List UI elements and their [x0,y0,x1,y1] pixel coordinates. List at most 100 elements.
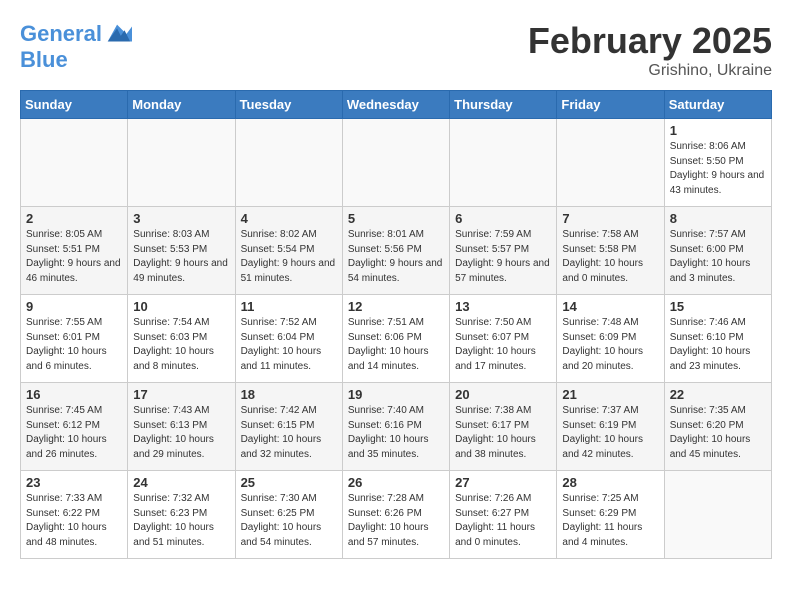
day-info: Sunrise: 7:43 AM Sunset: 6:13 PM Dayligh… [133,404,229,462]
day-number: 7 [562,211,658,226]
calendar-week-1: 1 Sunrise: 8:06 AM Sunset: 5:50 PM Daylig… [21,119,772,207]
logo-text: General [20,22,102,46]
weekday-header-row: SundayMondayTuesdayWednesdayThursdayFrid… [21,91,772,119]
day-info: Sunrise: 7:33 AM Sunset: 6:22 PM Dayligh… [26,492,122,550]
day-info: Sunrise: 7:32 AM Sunset: 6:23 PM Dayligh… [133,492,229,550]
day-number: 8 [670,211,766,226]
day-info: Sunrise: 7:59 AM Sunset: 5:57 PM Dayligh… [455,228,551,286]
calendar-cell [664,471,771,559]
calendar-cell: 22 Sunrise: 7:35 AM Sunset: 6:20 PM Dayli… [664,383,771,471]
calendar-cell: 5 Sunrise: 8:01 AM Sunset: 5:56 PM Daylig… [342,207,449,295]
weekday-header-thursday: Thursday [450,91,557,119]
day-info: Sunrise: 7:28 AM Sunset: 6:26 PM Dayligh… [348,492,444,550]
day-number: 26 [348,475,444,490]
day-info: Sunrise: 7:38 AM Sunset: 6:17 PM Dayligh… [455,404,551,462]
calendar-cell: 28 Sunrise: 7:25 AM Sunset: 6:29 PM Dayli… [557,471,664,559]
calendar-cell [450,119,557,207]
day-number: 12 [348,299,444,314]
day-info: Sunrise: 7:55 AM Sunset: 6:01 PM Dayligh… [26,316,122,374]
calendar-cell: 24 Sunrise: 7:32 AM Sunset: 6:23 PM Dayli… [128,471,235,559]
day-number: 17 [133,387,229,402]
day-number: 10 [133,299,229,314]
calendar-cell: 13 Sunrise: 7:50 AM Sunset: 6:07 PM Dayli… [450,295,557,383]
day-info: Sunrise: 8:01 AM Sunset: 5:56 PM Dayligh… [348,228,444,286]
weekday-header-friday: Friday [557,91,664,119]
calendar-cell: 20 Sunrise: 7:38 AM Sunset: 6:17 PM Dayli… [450,383,557,471]
calendar-cell: 4 Sunrise: 8:02 AM Sunset: 5:54 PM Daylig… [235,207,342,295]
month-title: February 2025 [528,20,772,62]
day-info: Sunrise: 8:02 AM Sunset: 5:54 PM Dayligh… [241,228,337,286]
day-number: 16 [26,387,122,402]
day-number: 4 [241,211,337,226]
day-number: 22 [670,387,766,402]
day-info: Sunrise: 7:58 AM Sunset: 5:58 PM Dayligh… [562,228,658,286]
weekday-header-saturday: Saturday [664,91,771,119]
calendar-table: SundayMondayTuesdayWednesdayThursdayFrid… [20,90,772,559]
calendar-cell: 3 Sunrise: 8:03 AM Sunset: 5:53 PM Daylig… [128,207,235,295]
calendar-cell: 10 Sunrise: 7:54 AM Sunset: 6:03 PM Dayli… [128,295,235,383]
calendar-week-3: 9 Sunrise: 7:55 AM Sunset: 6:01 PM Daylig… [21,295,772,383]
day-number: 2 [26,211,122,226]
day-info: Sunrise: 7:51 AM Sunset: 6:06 PM Dayligh… [348,316,444,374]
day-info: Sunrise: 7:50 AM Sunset: 6:07 PM Dayligh… [455,316,551,374]
calendar-cell [128,119,235,207]
calendar-cell: 7 Sunrise: 7:58 AM Sunset: 5:58 PM Daylig… [557,207,664,295]
calendar-cell: 25Sunrise: 7:30 AM Sunset: 6:25 PM Dayli… [235,471,342,559]
day-info: Sunrise: 8:03 AM Sunset: 5:53 PM Dayligh… [133,228,229,286]
day-number: 23 [26,475,122,490]
day-number: 19 [348,387,444,402]
day-number: 13 [455,299,551,314]
day-number: 28 [562,475,658,490]
calendar-week-5: 23 Sunrise: 7:33 AM Sunset: 6:22 PM Dayli… [21,471,772,559]
calendar-cell: 19Sunrise: 7:40 AM Sunset: 6:16 PM Dayli… [342,383,449,471]
calendar-cell: 12 Sunrise: 7:51 AM Sunset: 6:06 PM Dayli… [342,295,449,383]
day-info: Sunrise: 7:26 AM Sunset: 6:27 PM Dayligh… [455,492,551,550]
day-number: 6 [455,211,551,226]
day-info: Sunrise: 7:25 AM Sunset: 6:29 PM Dayligh… [562,492,658,550]
calendar-cell: 16Sunrise: 7:45 AM Sunset: 6:12 PM Dayli… [21,383,128,471]
calendar-cell [21,119,128,207]
calendar-cell: 26 Sunrise: 7:28 AM Sunset: 6:26 PM Dayli… [342,471,449,559]
day-number: 24 [133,475,229,490]
day-number: 20 [455,387,551,402]
calendar-week-2: 2 Sunrise: 8:05 AM Sunset: 5:51 PM Daylig… [21,207,772,295]
calendar-cell: 23 Sunrise: 7:33 AM Sunset: 6:22 PM Dayli… [21,471,128,559]
day-number: 15 [670,299,766,314]
day-info: Sunrise: 8:06 AM Sunset: 5:50 PM Dayligh… [670,140,766,198]
logo-blue: Blue [20,48,132,72]
day-number: 11 [241,299,337,314]
weekday-header-sunday: Sunday [21,91,128,119]
weekday-header-tuesday: Tuesday [235,91,342,119]
calendar-cell: 11 Sunrise: 7:52 AM Sunset: 6:04 PM Dayli… [235,295,342,383]
day-info: Sunrise: 7:42 AM Sunset: 6:15 PM Dayligh… [241,404,337,462]
day-info: Sunrise: 8:05 AM Sunset: 5:51 PM Dayligh… [26,228,122,286]
day-info: Sunrise: 7:35 AM Sunset: 6:20 PM Dayligh… [670,404,766,462]
logo: General Blue [20,20,132,72]
calendar-cell: 27Sunrise: 7:26 AM Sunset: 6:27 PM Dayli… [450,471,557,559]
day-number: 9 [26,299,122,314]
location: Grishino, Ukraine [528,62,772,80]
calendar-cell: 21Sunrise: 7:37 AM Sunset: 6:19 PM Dayli… [557,383,664,471]
calendar-cell: 6 Sunrise: 7:59 AM Sunset: 5:57 PM Daylig… [450,207,557,295]
day-number: 1 [670,123,766,138]
calendar-cell [557,119,664,207]
day-number: 5 [348,211,444,226]
calendar-cell: 17 Sunrise: 7:43 AM Sunset: 6:13 PM Dayli… [128,383,235,471]
day-number: 3 [133,211,229,226]
day-number: 18 [241,387,337,402]
weekday-header-monday: Monday [128,91,235,119]
day-info: Sunrise: 7:48 AM Sunset: 6:09 PM Dayligh… [562,316,658,374]
calendar-cell: 8 Sunrise: 7:57 AM Sunset: 6:00 PM Daylig… [664,207,771,295]
day-number: 25 [241,475,337,490]
calendar-cell: 1 Sunrise: 8:06 AM Sunset: 5:50 PM Daylig… [664,119,771,207]
day-info: Sunrise: 7:54 AM Sunset: 6:03 PM Dayligh… [133,316,229,374]
day-info: Sunrise: 7:52 AM Sunset: 6:04 PM Dayligh… [241,316,337,374]
day-info: Sunrise: 7:46 AM Sunset: 6:10 PM Dayligh… [670,316,766,374]
calendar-cell: 14Sunrise: 7:48 AM Sunset: 6:09 PM Dayli… [557,295,664,383]
page-header: General Blue February 2025 Grishino, Ukr… [20,20,772,80]
day-info: Sunrise: 7:57 AM Sunset: 6:00 PM Dayligh… [670,228,766,286]
logo-icon [104,20,132,48]
calendar-cell [235,119,342,207]
calendar-cell [342,119,449,207]
weekday-header-wednesday: Wednesday [342,91,449,119]
